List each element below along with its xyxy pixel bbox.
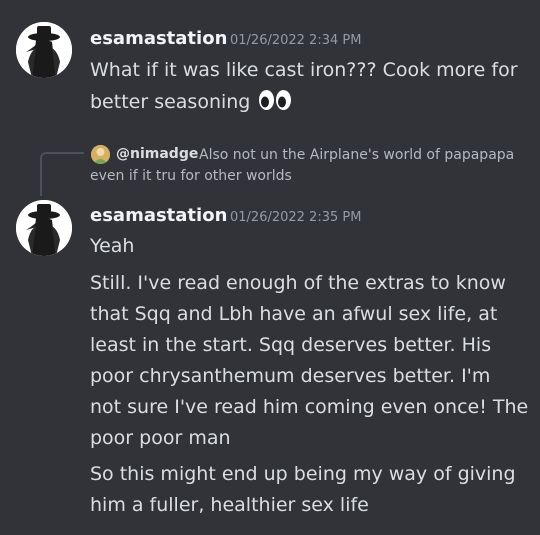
avatar[interactable] — [16, 200, 72, 256]
reply-preview-text[interactable]: even if it tru for other worlds — [90, 168, 292, 184]
reply-preview-text[interactable]: Also not un the Airplane's world of papa… — [199, 147, 514, 163]
message-line-text: better seasoning — [90, 91, 251, 113]
message-author[interactable]: esamastation — [90, 28, 227, 49]
eyes-emoji-icon — [258, 89, 292, 116]
message-author[interactable]: esamastation — [90, 205, 227, 226]
reply-spine — [40, 152, 84, 196]
message-timestamp: 01/26/2022 2:35 PM — [230, 210, 362, 225]
message-line: What if it was like cast iron??? Cook mo… — [90, 59, 518, 81]
message-line: Still. I've read enough of the extras to… — [90, 272, 506, 294]
message-line: least in the start. Sqq deserves better.… — [90, 334, 492, 356]
message-line: him a fuller, healthier sex life — [90, 494, 369, 516]
message-line: poor poor man — [90, 427, 231, 449]
message-line: not sure I've read him coming even once!… — [90, 396, 529, 418]
reply-avatar[interactable] — [91, 145, 110, 164]
reply-avatar-icon — [91, 145, 110, 164]
avatar[interactable] — [16, 22, 72, 78]
plague-doctor-avatar-icon — [16, 200, 72, 256]
message-line: So this might end up being my way of giv… — [90, 463, 516, 485]
chat-log: esamastation 01/26/2022 2:34 PM What if … — [0, 0, 540, 535]
plague-doctor-avatar-icon — [16, 22, 72, 78]
message-line: that Sqq and Lbh have an afwul sex life,… — [90, 303, 498, 325]
message-line: poor chrysanthemum deserves better. I'm — [90, 365, 491, 387]
message-line: Yeah — [90, 235, 135, 257]
message-timestamp: 01/26/2022 2:34 PM — [230, 33, 362, 48]
message-line: better seasoning — [90, 89, 292, 116]
reply-mention[interactable]: @nimadge — [116, 146, 198, 162]
